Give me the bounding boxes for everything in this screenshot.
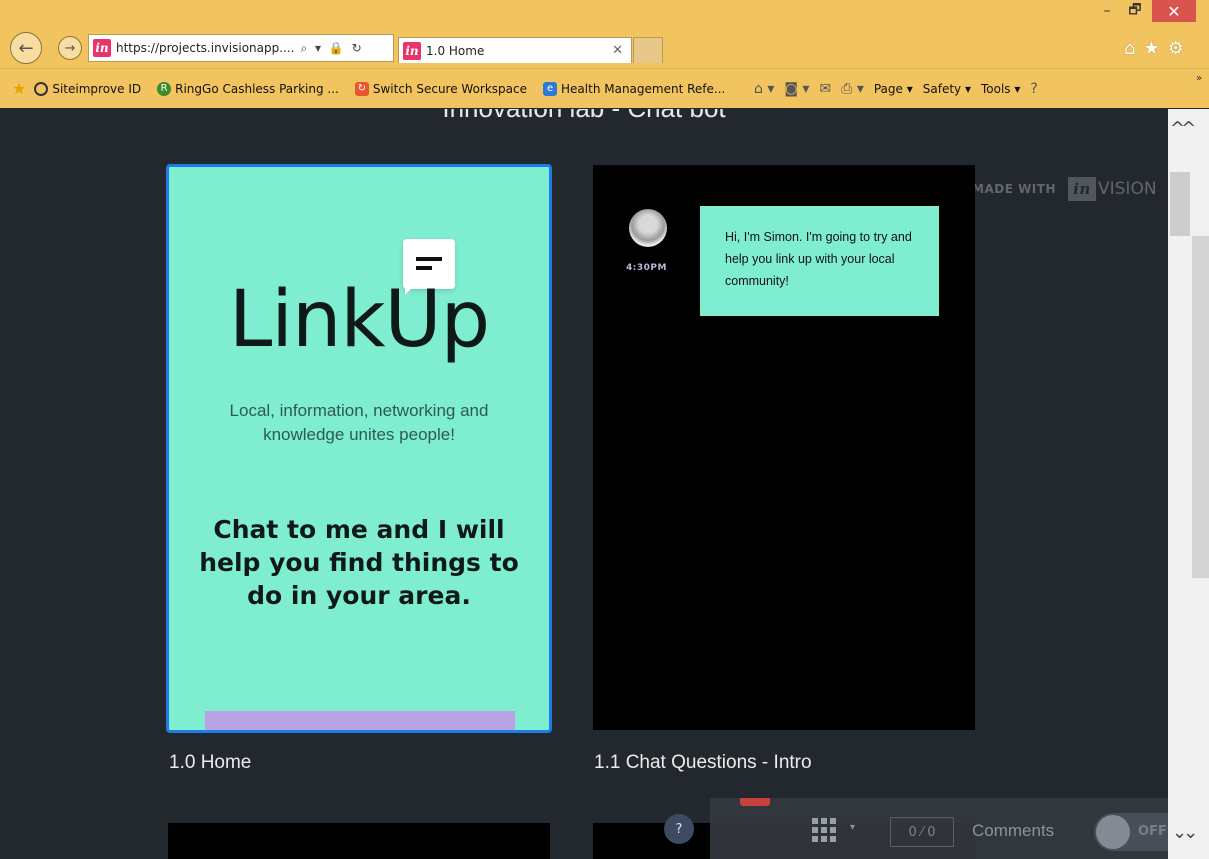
- scrollbar-thumb-secondary[interactable]: [1192, 236, 1209, 578]
- tools-menu[interactable]: Tools ▾: [981, 82, 1020, 96]
- favorites-bar: ★ Siteimprove ID R RingGo Cashless Parki…: [0, 68, 1209, 108]
- chevron-overflow-icon[interactable]: »: [1196, 73, 1202, 84]
- gear-icon[interactable]: ⚙: [1168, 38, 1184, 59]
- scrollbar-thumb[interactable]: [1170, 172, 1190, 236]
- favorite-label: RingGo Cashless Parking ...: [175, 81, 339, 96]
- add-favorite-icon[interactable]: ★: [12, 79, 26, 98]
- address-url: https://projects.invisionapp....: [116, 41, 295, 55]
- browser-titlebar: – 🗗 ✕ ← → in https://projects.invisionap…: [0, 0, 1209, 68]
- chat-message: Hi, I'm Simon. I'm going to try and help…: [700, 206, 939, 316]
- page-menu[interactable]: Page ▾: [874, 82, 913, 96]
- back-button[interactable]: ←: [10, 32, 42, 64]
- minimize-button[interactable]: –: [1094, 0, 1120, 22]
- arrow-left-icon: ←: [18, 37, 34, 59]
- project-title: Innovation lab - Chat bot: [0, 109, 1168, 124]
- scroll-down-icon[interactable]: ⌄⌄: [1172, 822, 1198, 843]
- help-button[interactable]: ?: [664, 814, 694, 844]
- favorite-switch[interactable]: ↻ Switch Secure Workspace: [354, 81, 528, 96]
- chevron-down-icon[interactable]: ▾: [850, 822, 855, 833]
- tab-home[interactable]: in 1.0 Home ✕: [398, 37, 632, 63]
- command-bar: ⌂ ▾ ◙ ▾ ✉ ⎙ ▾ Page ▾ Safety ▾ Tools ▾ ?: [754, 81, 1038, 97]
- ie-icon: e: [543, 81, 558, 96]
- toggle-state: OFF: [1138, 824, 1167, 839]
- new-tab-button[interactable]: [633, 37, 663, 63]
- screen-thumbnail-next-a[interactable]: [168, 823, 550, 859]
- close-window-button[interactable]: ✕: [1152, 0, 1196, 22]
- address-tools[interactable]: ⌕ ▾ 🔒 ↻: [300, 41, 363, 56]
- home-start-button: [205, 711, 515, 730]
- home-cta-text: Chat to me and I will help you find thin…: [199, 515, 519, 610]
- favorite-ringgo[interactable]: R RingGo Cashless Parking ...: [157, 81, 339, 96]
- favorite-health[interactable]: e Health Management Refe...: [543, 81, 726, 96]
- print-icon[interactable]: ⎙ ▾: [841, 81, 864, 97]
- address-bar[interactable]: in https://projects.invisionapp.... ⌕ ▾ …: [88, 34, 394, 62]
- invision-favicon-icon: in: [93, 39, 111, 57]
- switch-icon: ↻: [354, 81, 369, 96]
- page-content: Innovation lab - Chat bot MADE WITH in V…: [0, 109, 1168, 859]
- home-page-icon[interactable]: ⌂ ▾: [754, 81, 774, 97]
- ringgo-icon: R: [157, 81, 172, 96]
- comment-counter: 0 ⁄ 0: [890, 817, 954, 847]
- arrow-right-icon: →: [64, 40, 76, 56]
- toggle-knob: [1096, 815, 1130, 849]
- help-icon[interactable]: ?: [1030, 81, 1037, 97]
- invision-tab-icon: in: [403, 41, 421, 60]
- notification-tab[interactable]: [740, 798, 770, 806]
- screen-thumbnail-chat-intro[interactable]: 4:30PM Hi, I'm Simon. I'm going to try a…: [593, 165, 975, 730]
- made-with-label: MADE WITH: [972, 182, 1056, 196]
- avatar: [629, 209, 667, 247]
- tab-close-icon[interactable]: ✕: [612, 43, 623, 58]
- screen-thumbnail-home[interactable]: LinkUp Local, information, networking an…: [166, 164, 552, 733]
- forward-button[interactable]: →: [58, 36, 82, 60]
- star-icon[interactable]: ★: [1143, 38, 1159, 59]
- browser-right-icons: ⌂ ★ ⚙: [1124, 38, 1184, 59]
- home-tagline: Local, information, networking and knowl…: [229, 401, 489, 444]
- feeds-icon[interactable]: ◙ ▾: [784, 81, 809, 97]
- invision-logo-icon: in: [1068, 177, 1096, 201]
- comments-label: Comments: [972, 821, 1055, 840]
- message-time: 4:30PM: [626, 263, 667, 273]
- made-with-brand: VISION: [1098, 179, 1157, 199]
- linkup-logo: LinkUp: [228, 275, 490, 365]
- screen-caption-home[interactable]: 1.0 Home: [169, 752, 251, 774]
- favorite-label: Health Management Refe...: [561, 81, 726, 96]
- siteimprove-icon: [34, 81, 49, 96]
- mail-icon[interactable]: ✉: [819, 81, 831, 97]
- tab-title: 1.0 Home: [426, 43, 485, 58]
- screens-grid-icon[interactable]: [812, 818, 836, 842]
- scroll-up-icon[interactable]: ^^: [1170, 118, 1196, 139]
- made-with-invision-badge[interactable]: MADE WITH in VISION: [972, 177, 1157, 201]
- safety-menu[interactable]: Safety ▾: [923, 82, 971, 96]
- favorite-siteimprove[interactable]: Siteimprove ID: [34, 81, 142, 96]
- favorite-label: Switch Secure Workspace: [372, 81, 528, 96]
- screen-caption-chat-intro[interactable]: 1.1 Chat Questions - Intro: [594, 752, 812, 774]
- favorite-label: Siteimprove ID: [52, 81, 142, 96]
- home-icon[interactable]: ⌂: [1124, 38, 1135, 59]
- restore-button[interactable]: 🗗: [1122, 0, 1148, 22]
